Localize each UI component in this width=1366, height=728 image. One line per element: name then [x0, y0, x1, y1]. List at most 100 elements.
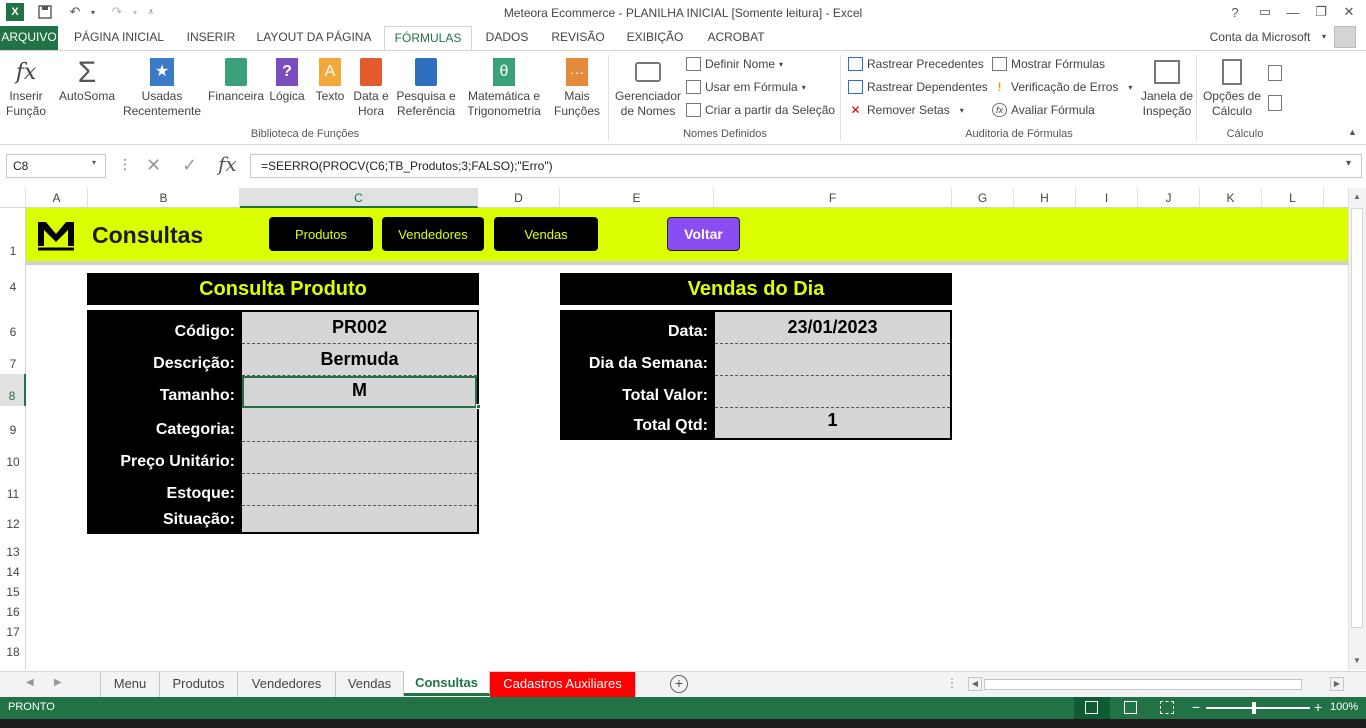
hscroll-right-icon[interactable]: ▶ — [1330, 677, 1344, 691]
column-header[interactable]: G — [952, 188, 1014, 208]
tab-revisao[interactable]: REVISÃO — [542, 26, 614, 50]
prev-sheet-icon[interactable]: ◀ — [26, 677, 34, 688]
row-header[interactable]: 16 — [0, 602, 26, 622]
product-code-cell[interactable]: PR002 — [242, 312, 477, 344]
row-header[interactable]: 1 — [0, 208, 26, 261]
formula-input[interactable]: =SEERRO(PROCV(C6;TB_Produtos;3;FALSO);"E… — [250, 154, 1362, 178]
collapse-ribbon-icon[interactable]: ▲ — [1348, 127, 1357, 137]
sheet-tab-menu[interactable]: Menu — [100, 672, 160, 697]
product-size-cell[interactable]: M — [242, 376, 477, 408]
row-header[interactable]: 13 — [0, 534, 26, 562]
scroll-down-icon[interactable]: ▼ — [1353, 656, 1361, 665]
account-name[interactable]: Conta da Microsoft — [1200, 26, 1320, 50]
scroll-thumb[interactable] — [1351, 208, 1363, 628]
close-icon[interactable]: ✕ — [1336, 2, 1362, 22]
name-box-dropdown-icon[interactable]: ▾ — [92, 158, 96, 167]
evaluate-formula-button[interactable]: fx Avaliar Fórmula — [992, 103, 1095, 117]
calc-options-button[interactable]: Opções de Cálculo — [1200, 57, 1264, 119]
column-header[interactable]: K — [1200, 188, 1262, 208]
column-header[interactable]: H — [1014, 188, 1076, 208]
row-header[interactable]: 18 — [0, 642, 26, 662]
row-header[interactable]: 6 — [0, 310, 26, 342]
column-header[interactable]: E — [560, 188, 714, 208]
row-header[interactable]: 11 — [0, 472, 26, 504]
insert-function-button[interactable]: fx Inserir Função — [2, 57, 50, 119]
math-button[interactable]: θ Matemática e Trigonometria — [460, 57, 548, 119]
minimize-icon[interactable]: — — [1280, 2, 1306, 22]
voltar-button[interactable]: Voltar — [667, 217, 740, 251]
calc-sheet-icon[interactable] — [1268, 95, 1282, 111]
account-dropdown-icon[interactable]: ▾ — [1318, 26, 1330, 50]
watch-window-button[interactable]: Janela de Inspeção — [1138, 57, 1196, 119]
row-header-selected[interactable]: 8 — [0, 374, 26, 406]
tab-acrobat[interactable]: ACROBAT — [698, 26, 774, 50]
page-break-icon[interactable] — [1160, 701, 1174, 714]
calc-now-icon[interactable] — [1268, 65, 1282, 81]
use-in-formula-button[interactable]: Usar em Fórmula ▾ — [686, 80, 806, 94]
row-header[interactable]: 7 — [0, 342, 26, 374]
sales-date-cell[interactable]: 23/01/2023 — [715, 312, 950, 344]
column-header[interactable]: L — [1262, 188, 1324, 208]
tab-pagina-inicial[interactable]: PÁGINA INICIAL — [62, 26, 176, 50]
row-header[interactable]: 14 — [0, 562, 26, 582]
tab-dados[interactable]: DADOS — [476, 26, 538, 50]
lookup-button[interactable]: Pesquisa e Referência — [392, 57, 460, 119]
show-formulas-button[interactable]: Mostrar Fórmulas — [992, 57, 1105, 71]
tab-formulas[interactable]: FÓRMULAS — [384, 26, 472, 51]
zoom-slider[interactable] — [1206, 707, 1310, 709]
hscroll-left-icon[interactable]: ◀ — [968, 677, 982, 691]
more-functions-button[interactable]: ··· Mais Funções — [548, 57, 606, 119]
row-header[interactable]: 9 — [0, 406, 26, 440]
sheet-tab-vendas[interactable]: Vendas — [336, 672, 404, 697]
text-button[interactable]: A Texto — [310, 57, 350, 104]
product-category-cell[interactable] — [242, 408, 477, 442]
sheet-tab-vendedores[interactable]: Vendedores — [238, 672, 336, 697]
enter-check-icon[interactable]: ✓ — [182, 155, 197, 176]
error-checking-button[interactable]: ! Verificação de Erros ▾ — [992, 80, 1133, 94]
column-header[interactable]: I — [1076, 188, 1138, 208]
row-header[interactable]: 15 — [0, 582, 26, 602]
sales-weekday-cell[interactable] — [715, 344, 950, 376]
add-sheet-icon[interactable]: + — [670, 675, 688, 693]
next-sheet-icon[interactable]: ▶ — [54, 677, 62, 688]
column-header[interactable]: B — [88, 188, 240, 208]
name-manager-button[interactable]: Gerenciador de Nomes — [612, 57, 684, 119]
product-price-cell[interactable] — [242, 442, 477, 474]
vertical-scrollbar[interactable]: ▲ ▼ — [1348, 188, 1366, 670]
tab-split-grip-icon[interactable]: ⋮ — [946, 676, 958, 690]
sales-total-qty-cell[interactable]: 1 — [715, 408, 950, 438]
insert-fx-icon[interactable]: fx — [218, 152, 237, 176]
produtos-button[interactable]: Produtos — [269, 217, 373, 251]
tab-layout[interactable]: LAYOUT DA PÁGINA — [248, 26, 380, 50]
product-stock-cell[interactable] — [242, 474, 477, 506]
scroll-up-icon[interactable]: ▲ — [1353, 192, 1361, 201]
column-header[interactable]: J — [1138, 188, 1200, 208]
trace-precedents-button[interactable]: Rastrear Precedentes — [848, 57, 984, 71]
zoom-in-icon[interactable]: + — [1314, 699, 1322, 715]
financial-button[interactable]: Financeira — [206, 57, 266, 104]
tab-inserir[interactable]: INSERIR — [180, 26, 242, 50]
row-header[interactable]: 17 — [0, 622, 26, 642]
sales-total-value-cell[interactable] — [715, 376, 950, 408]
fill-handle[interactable] — [476, 404, 481, 409]
datetime-button[interactable]: Data e Hora — [350, 57, 392, 119]
tab-arquivo[interactable]: ARQUIVO — [0, 26, 58, 50]
help-button[interactable]: ? — [1222, 2, 1248, 22]
vendedores-button[interactable]: Vendedores — [382, 217, 484, 251]
avatar[interactable] — [1334, 26, 1356, 48]
row-header[interactable]: 12 — [0, 504, 26, 534]
product-description-cell[interactable]: Bermuda — [242, 344, 477, 376]
name-box[interactable]: C8 — [6, 154, 106, 178]
ribbon-display-icon[interactable]: ▭ — [1252, 2, 1278, 22]
column-header-selected[interactable]: C — [240, 188, 478, 208]
recent-button[interactable]: ★ Usadas Recentemente — [118, 57, 206, 119]
expand-formula-icon[interactable]: ▾ — [1346, 158, 1351, 169]
row-header[interactable]: 4 — [0, 265, 26, 297]
sheet-tab-produtos[interactable]: Produtos — [160, 672, 238, 697]
page-layout-icon[interactable] — [1124, 701, 1137, 714]
trace-dependents-button[interactable]: Rastrear Dependentes — [848, 80, 988, 94]
sheet-tab-consultas[interactable]: Consultas — [404, 671, 490, 696]
column-header[interactable]: A — [26, 188, 88, 208]
autosum-button[interactable]: Σ AutoSoma — [54, 57, 120, 104]
sheet-tab-cadastros[interactable]: Cadastros Auxiliares — [490, 672, 636, 697]
